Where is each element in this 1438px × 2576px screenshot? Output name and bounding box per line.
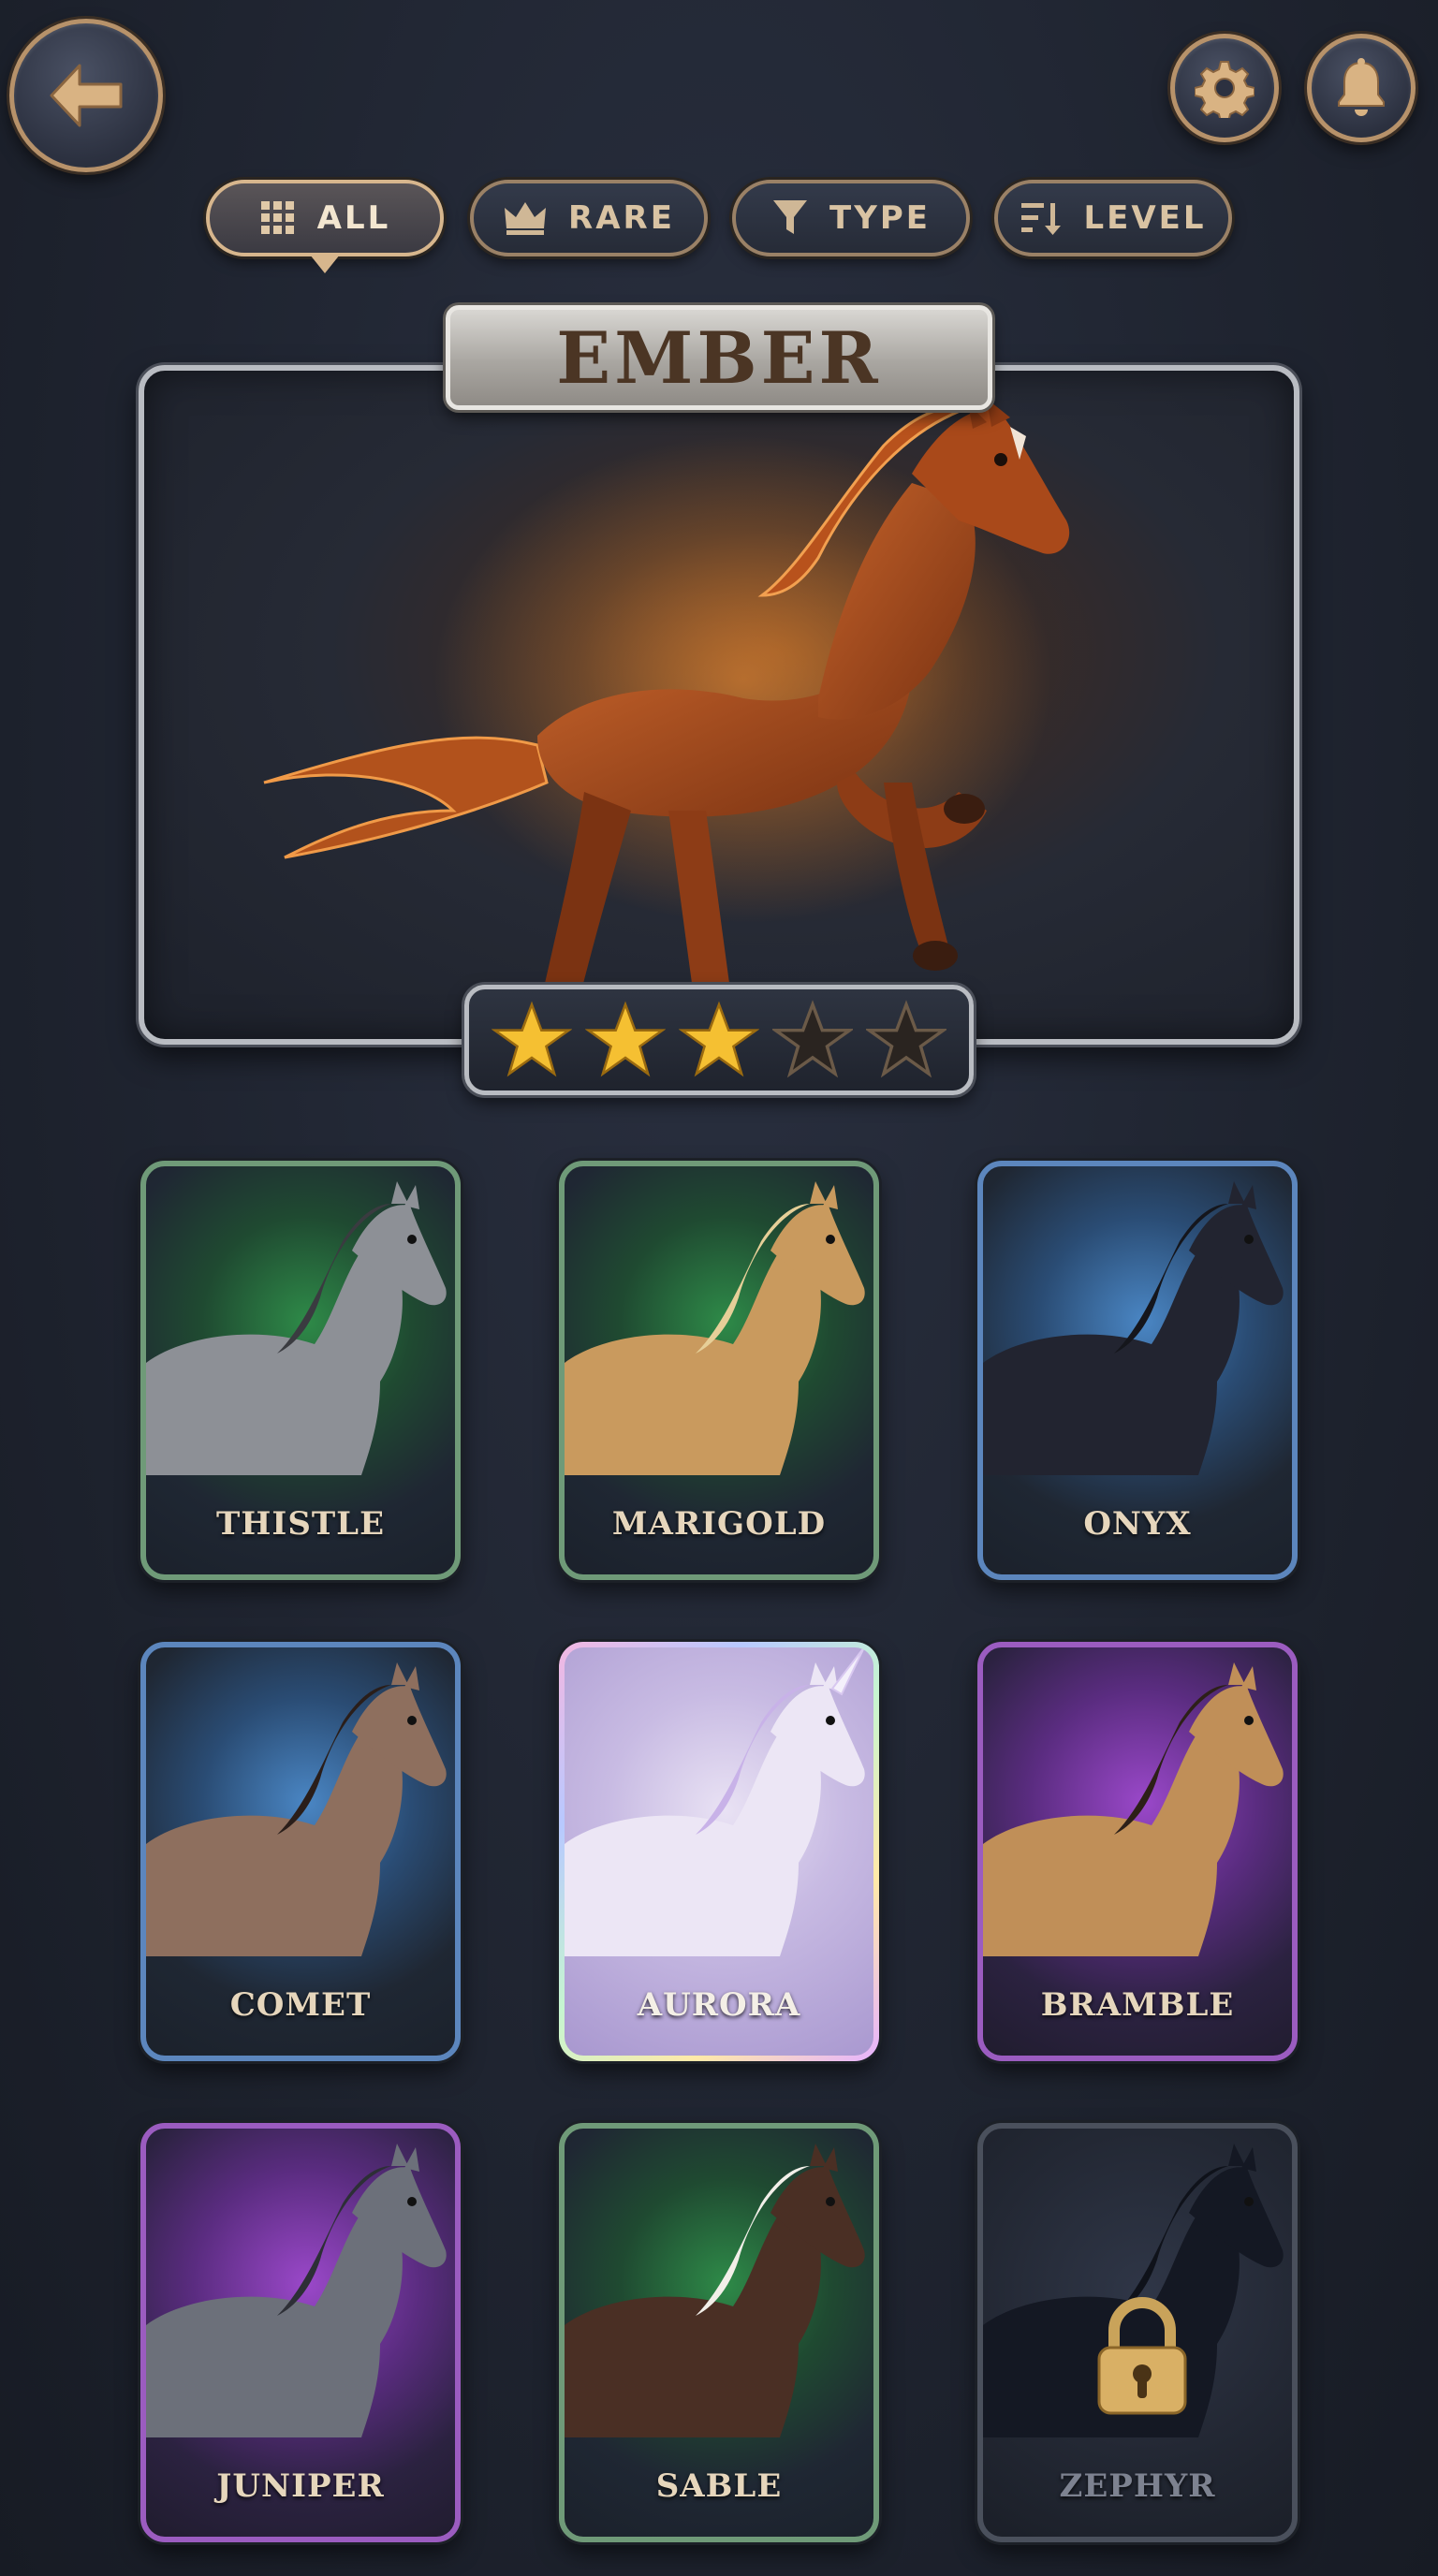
horse-card-onyx[interactable]: ONYX	[977, 1161, 1298, 1580]
horse-card-name: BRAMBLE	[1040, 1986, 1235, 2024]
star-rating	[464, 985, 974, 1095]
horse-illustration	[146, 1662, 447, 1956]
featured-horse-name: EMBER	[446, 305, 992, 410]
grid-icon	[260, 201, 294, 234]
horse-card-aurora[interactable]: AURORA	[559, 1642, 879, 2061]
notifications-button[interactable]	[1307, 34, 1416, 142]
horse-card-comet[interactable]: COMET	[140, 1642, 461, 2061]
active-tab-pointer	[310, 255, 340, 273]
horse-card-bramble[interactable]: BRAMBLE	[977, 1642, 1298, 2061]
gear-icon	[1195, 61, 1255, 118]
crown-icon	[505, 202, 547, 235]
filter-tab-label: LEVEL	[1083, 199, 1207, 237]
horse-card-name: ZEPHYR	[1059, 2467, 1216, 2505]
horse-card-name: SABLE	[655, 2467, 783, 2505]
horse-card-sable[interactable]: SABLE	[559, 2123, 879, 2542]
horse-illustration	[146, 1181, 447, 1475]
horse-illustration	[565, 1647, 865, 1956]
star-empty-icon	[772, 1000, 853, 1078]
filter-tab-label: ALL	[316, 199, 391, 237]
horse-card-zephyr[interactable]: ZEPHYR	[977, 2123, 1298, 2542]
star-empty-icon	[866, 1000, 946, 1078]
horse-card-name: JUNIPER	[216, 2467, 385, 2505]
horse-card-juniper[interactable]: JUNIPER	[140, 2123, 461, 2542]
back-button[interactable]	[9, 19, 163, 172]
funnel-icon	[773, 200, 808, 234]
star-filled-icon	[679, 1001, 759, 1077]
arrow-left-icon	[50, 64, 123, 127]
filter-tab-label: RARE	[568, 199, 675, 237]
filter-tab-level[interactable]: LEVEL	[994, 180, 1232, 256]
horse-card-name: COMET	[229, 1986, 372, 2024]
bell-icon	[1338, 58, 1385, 116]
featured-horse-panel[interactable]	[139, 365, 1299, 1045]
horse-card-marigold[interactable]: MARIGOLD	[559, 1161, 879, 1580]
star-filled-icon	[585, 1001, 666, 1077]
filter-tab-type[interactable]: TYPE	[732, 180, 970, 256]
filter-tab-rare[interactable]: RARE	[470, 180, 708, 256]
horse-illustration	[983, 1181, 1284, 1475]
horse-illustration	[565, 1181, 865, 1475]
horse-illustration	[146, 2144, 447, 2437]
horse-card-thistle[interactable]: THISTLE	[140, 1161, 461, 1580]
filter-tab-label: TYPE	[829, 199, 931, 237]
sort-icon	[1021, 203, 1062, 235]
horse-illustration	[565, 2144, 865, 2437]
horse-card-name: MARIGOLD	[611, 1505, 827, 1543]
horse-card-name: AURORA	[637, 1986, 801, 2024]
star-filled-icon	[492, 1001, 572, 1077]
filter-tab-all[interactable]: ALL	[206, 180, 444, 273]
settings-button[interactable]	[1170, 34, 1279, 142]
featured-horse-illustration	[263, 399, 1070, 1017]
padlock-icon	[1097, 2297, 1187, 2415]
horse-illustration	[983, 1662, 1284, 1956]
horse-card-name: ONYX	[1083, 1505, 1192, 1543]
horse-card-name: THISTLE	[215, 1505, 385, 1543]
